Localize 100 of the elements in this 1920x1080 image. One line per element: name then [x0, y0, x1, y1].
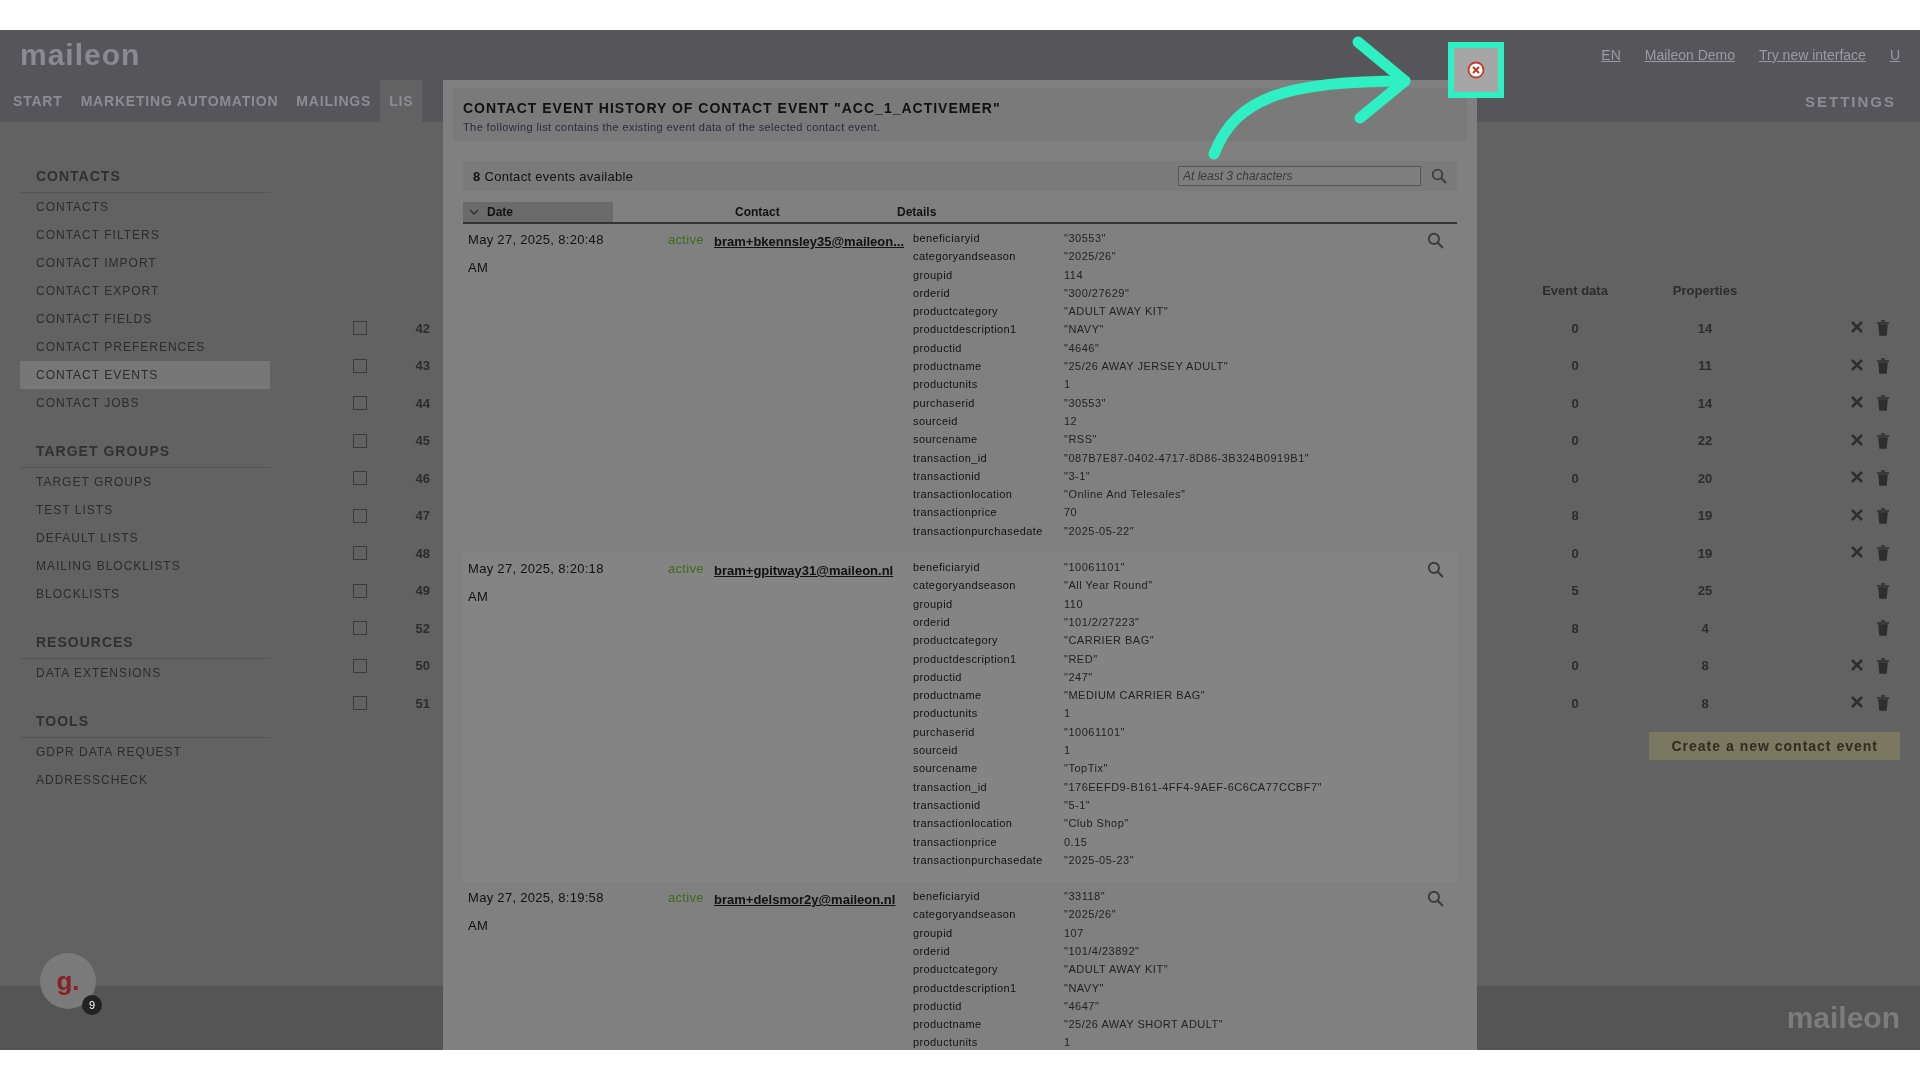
detail-value: "All Year Round" — [1064, 579, 1154, 594]
detail-value: 114 — [1064, 268, 1085, 283]
nav-tab[interactable]: MARKETING AUTOMATION — [71, 80, 288, 122]
checkbox[interactable] — [353, 433, 367, 448]
event-count: 8 Contact events available — [473, 168, 634, 184]
status-label: active — [668, 890, 705, 908]
close-icon[interactable] — [1850, 432, 1864, 447]
trash-icon[interactable] — [1876, 432, 1890, 449]
detail-value: 0.15 — [1064, 835, 1089, 850]
detail-value: "RSS" — [1064, 433, 1098, 448]
nav-tab[interactable]: SETTINGS — [1805, 80, 1916, 122]
header-link[interactable]: Maileon Demo — [1644, 47, 1735, 63]
trash-icon[interactable] — [1876, 395, 1890, 412]
dialog-subtitle: The following list contains the existing event data of the selected contact event. — [463, 121, 882, 133]
detail-value: 1 — [1064, 378, 1072, 393]
nav-tab[interactable]: MAILINGS — [287, 80, 381, 122]
close-icon[interactable] — [1850, 695, 1864, 710]
detail-key: productname — [913, 689, 1064, 708]
detail-value: "3-1" — [1064, 469, 1092, 484]
trash-icon[interactable] — [1876, 507, 1890, 524]
sidebar-item[interactable]: CONTACT EVENTS — [20, 361, 270, 389]
dialog-title: CONTACT EVENT HISTORY OF CONTACT EVENT "ACC_1_ACTIVEMER" — [463, 100, 1002, 116]
search-icon[interactable] — [1427, 561, 1444, 579]
detail-value: "RED" — [1064, 652, 1099, 667]
search-field[interactable]: At least 3 characters — [1178, 166, 1421, 186]
detail-value: "30553" — [1064, 396, 1107, 411]
event-time-suffix: AM — [468, 589, 490, 605]
detail-value: 70 — [1064, 506, 1079, 521]
contact-link[interactable]: bram+bkennsley35@maileon... — [714, 234, 905, 249]
trash-icon[interactable] — [1876, 320, 1890, 337]
contact-link[interactable]: bram+delsmor2y@maileon.nl — [714, 892, 896, 908]
checkbox[interactable] — [353, 696, 367, 711]
detail-value: "NAVY" — [1064, 981, 1105, 996]
column-header[interactable]: Contact — [735, 202, 897, 222]
detail-key: transactionlocation — [913, 817, 1064, 836]
close-icon[interactable] — [1850, 395, 1864, 410]
trash-icon[interactable] — [1876, 657, 1890, 674]
header-link[interactable]: U — [1889, 47, 1900, 63]
checkbox[interactable] — [353, 583, 367, 598]
checkbox[interactable] — [353, 546, 367, 561]
trash-icon[interactable] — [1876, 470, 1890, 487]
column-header[interactable]: Details — [897, 202, 1457, 222]
trash-icon[interactable] — [1876, 545, 1890, 562]
detail-value: "5-1" — [1064, 798, 1092, 813]
checkbox[interactable] — [353, 321, 367, 336]
detail-key: productid — [913, 341, 1064, 361]
close-icon[interactable] — [1850, 507, 1864, 522]
detail-value: "2025/26" — [1064, 908, 1118, 923]
detail-key: productdescription1 — [913, 981, 1064, 1000]
header-link[interactable]: Try new interface — [1759, 47, 1866, 63]
trash-icon[interactable] — [1876, 620, 1890, 637]
detail-value: "30553" — [1064, 232, 1107, 246]
detail-key: categoryandseason — [913, 579, 1064, 598]
detail-value: "101/4/23892" — [1064, 945, 1141, 959]
checkbox[interactable] — [353, 621, 367, 636]
detail-value: "NAVY" — [1064, 323, 1105, 338]
detail-key: productname — [913, 360, 1064, 379]
detail-key: categoryandseason — [913, 250, 1064, 269]
column-header[interactable]: Date — [463, 202, 613, 222]
checkbox[interactable] — [353, 508, 367, 523]
detail-key: productdescription1 — [913, 323, 1064, 342]
detail-value: 107 — [1064, 926, 1085, 941]
detail-value: 12 — [1064, 414, 1079, 429]
detail-value: "Online And Telesales" — [1064, 488, 1187, 503]
detail-key: transactionpurchasedate — [913, 853, 1064, 873]
detail-value: 1 — [1064, 1036, 1072, 1050]
detail-value: "ADULT AWAY KIT" — [1064, 963, 1170, 978]
close-icon[interactable] — [1850, 470, 1864, 485]
search-icon[interactable] — [1427, 890, 1444, 908]
checkbox[interactable] — [353, 471, 367, 486]
detail-value: "300/27629" — [1064, 286, 1131, 301]
checkbox[interactable] — [353, 358, 367, 373]
header-link[interactable]: EN — [1601, 47, 1621, 63]
search-icon[interactable] — [1431, 168, 1447, 184]
detail-key: productdescription1 — [913, 652, 1064, 671]
detail-key: transactionprice — [913, 835, 1064, 854]
close-button[interactable] — [1448, 42, 1504, 98]
close-icon[interactable] — [1850, 657, 1864, 672]
detail-value: "10061101" — [1064, 561, 1126, 576]
detail-key: productid — [913, 999, 1064, 1019]
trash-icon[interactable] — [1876, 582, 1890, 599]
nav-tab[interactable]: START — [4, 80, 72, 122]
checkbox[interactable] — [353, 658, 367, 673]
detail-key: purchaserid — [913, 725, 1064, 744]
detail-key: groupid — [913, 597, 1064, 616]
checkbox[interactable] — [353, 396, 367, 411]
close-icon[interactable] — [1850, 320, 1864, 335]
create-event-button[interactable]: Create a new contact event — [1649, 732, 1900, 760]
search-icon[interactable] — [1427, 232, 1444, 249]
trash-icon[interactable] — [1876, 357, 1890, 374]
detail-key: transaction_id — [913, 780, 1064, 799]
detail-key: transactionprice — [913, 506, 1064, 525]
detail-key: productcategory — [913, 305, 1064, 324]
close-icon[interactable] — [1850, 545, 1864, 560]
trash-icon[interactable] — [1876, 695, 1890, 712]
detail-value: 110 — [1064, 597, 1085, 612]
detail-value: "10061101" — [1064, 725, 1126, 740]
close-icon[interactable] — [1850, 357, 1864, 372]
contact-link[interactable]: bram+gpitway31@maileon.nl — [714, 563, 894, 579]
detail-key: productunits — [913, 707, 1064, 726]
